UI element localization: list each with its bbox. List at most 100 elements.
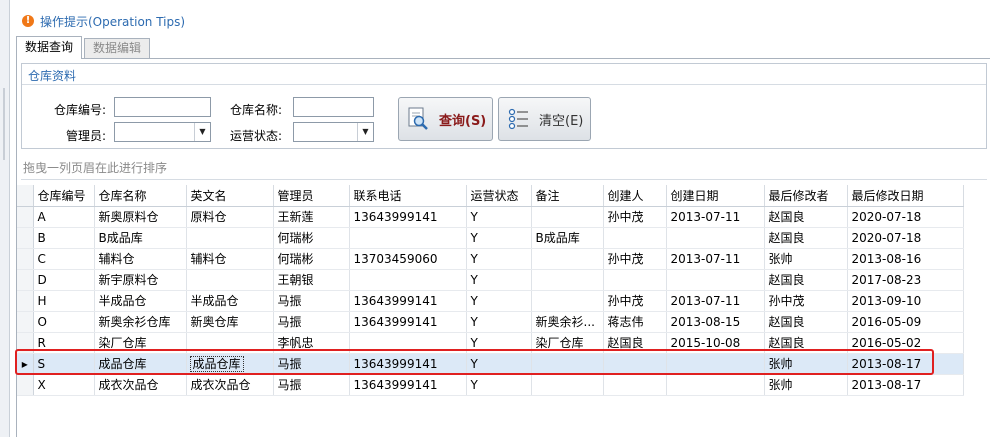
table-cell[interactable]: 王朝银	[273, 269, 350, 291]
table-row[interactable]: ▸ S 成品仓库 成品仓库 马振 13643999141 Y 张帅 2013-08-17	[17, 353, 964, 375]
table-cell[interactable]	[531, 269, 604, 291]
table-cell[interactable]: 赵国良	[764, 332, 848, 354]
table-cell[interactable]	[666, 353, 765, 375]
table-row[interactable]: R 染厂仓库 李帆忠 Y 染厂仓库 赵国良 2015-10-08 赵国良 2016-05-02	[17, 332, 964, 354]
table-cell[interactable]: 赵国良	[764, 206, 848, 228]
table-cell[interactable]: Y	[466, 248, 532, 270]
warehouse-name-input[interactable]	[293, 97, 374, 117]
column-header[interactable]: 仓库编号	[33, 185, 95, 207]
table-cell[interactable]: 辅料仓	[94, 248, 187, 270]
table-cell[interactable]	[531, 353, 604, 375]
column-header[interactable]: 运营状态	[466, 185, 532, 207]
table-cell[interactable]: 2013-07-11	[666, 206, 765, 228]
table-cell[interactable]	[186, 332, 274, 354]
column-header[interactable]: 备注	[531, 185, 604, 207]
table-cell[interactable]	[349, 269, 467, 291]
table-cell[interactable]: 赵国良	[603, 332, 667, 354]
table-cell[interactable]: 2013-07-11	[666, 290, 765, 312]
row-indicator[interactable]: ▸	[17, 353, 34, 375]
table-cell[interactable]: 2020-07-18	[847, 227, 964, 249]
table-cell[interactable]: 新奥余衫...	[531, 311, 604, 333]
tab-data-query[interactable]: 数据查询	[16, 36, 83, 59]
dropdown-arrow-icon[interactable]: ▼	[194, 123, 210, 141]
row-indicator[interactable]	[17, 374, 34, 396]
table-cell[interactable]	[349, 227, 467, 249]
manager-select[interactable]: ▼	[114, 122, 211, 142]
table-cell[interactable]	[531, 206, 604, 228]
table-cell[interactable]	[186, 269, 274, 291]
table-cell[interactable]: S	[33, 353, 95, 375]
table-cell[interactable]: 马振	[273, 353, 350, 375]
table-cell[interactable]: 13643999141	[349, 206, 467, 228]
table-cell[interactable]: 13643999141	[349, 374, 467, 396]
table-cell[interactable]: 半成品仓	[94, 290, 187, 312]
table-row[interactable]: H 半成品仓 半成品仓 马振 13643999141 Y 孙中茂 2013-07-11 孙中茂 2…	[17, 290, 964, 312]
row-indicator[interactable]	[17, 206, 34, 228]
table-cell[interactable]: 2016-05-09	[847, 311, 964, 333]
table-cell[interactable]: 新奥原料仓	[94, 206, 187, 228]
table-cell[interactable]: 何瑞彬	[273, 227, 350, 249]
table-cell[interactable]	[349, 332, 467, 354]
table-row[interactable]: A 新奥原料仓 原料仓 王新莲 13643999141 Y 孙中茂 2013-07-11 赵国良…	[17, 206, 964, 228]
table-row[interactable]: O 新奥余衫仓库 新奥仓库 马振 13643999141 Y 新奥余衫... 蒋志伟 2013-…	[17, 311, 964, 333]
table-cell[interactable]: 蒋志伟	[603, 311, 667, 333]
table-cell[interactable]: B	[33, 227, 95, 249]
table-cell[interactable]: 张帅	[764, 353, 848, 375]
table-cell[interactable]: 新宇原料仓	[94, 269, 187, 291]
table-cell[interactable]: 赵国良	[764, 227, 848, 249]
table-cell[interactable]	[531, 248, 604, 270]
column-header[interactable]: 管理员	[273, 185, 350, 207]
table-cell[interactable]: 孙中茂	[764, 290, 848, 312]
splitter-handle[interactable]	[3, 88, 5, 160]
table-cell[interactable]: Y	[466, 332, 532, 354]
table-cell[interactable]: 张帅	[764, 374, 848, 396]
row-indicator[interactable]	[17, 248, 34, 270]
warehouse-code-input[interactable]	[114, 97, 211, 117]
table-cell[interactable]: 赵国良	[764, 269, 848, 291]
table-cell[interactable]	[603, 269, 667, 291]
column-header[interactable]: 仓库名称	[94, 185, 187, 207]
clear-button[interactable]: 清空(E)	[498, 97, 591, 141]
table-cell[interactable]: 孙中茂	[603, 206, 667, 228]
table-cell[interactable]: 赵国良	[764, 311, 848, 333]
table-cell[interactable]: 13703459060	[349, 248, 467, 270]
table-cell[interactable]: 成品仓库	[94, 353, 187, 375]
table-cell[interactable]: Y	[466, 374, 532, 396]
table-cell[interactable]: Y	[466, 290, 532, 312]
table-cell[interactable]	[666, 227, 765, 249]
table-cell[interactable]	[603, 353, 667, 375]
table-cell[interactable]	[531, 290, 604, 312]
table-cell[interactable]	[603, 227, 667, 249]
table-cell[interactable]: 染厂仓库	[531, 332, 604, 354]
row-indicator[interactable]	[17, 290, 34, 312]
table-cell[interactable]: 何瑞彬	[273, 248, 350, 270]
table-cell[interactable]: B成品库	[94, 227, 187, 249]
table-cell[interactable]: O	[33, 311, 95, 333]
table-cell[interactable]: 2017-08-23	[847, 269, 964, 291]
column-header[interactable]: 联系电话	[349, 185, 467, 207]
table-cell[interactable]: H	[33, 290, 95, 312]
column-header[interactable]: 英文名	[186, 185, 274, 207]
table-cell[interactable]: 马振	[273, 374, 350, 396]
table-row[interactable]: D 新宇原料仓 王朝银 Y 赵国良 2017-08-23	[17, 269, 964, 291]
table-cell[interactable]: 2015-10-08	[666, 332, 765, 354]
table-cell[interactable]: 成衣次品仓	[94, 374, 187, 396]
table-cell[interactable]: 新奥余衫仓库	[94, 311, 187, 333]
table-row[interactable]: B B成品库 何瑞彬 Y B成品库 赵国良 2020-07-18	[17, 227, 964, 249]
table-cell[interactable]: 2013-08-17	[847, 374, 964, 396]
table-cell[interactable]: Y	[466, 206, 532, 228]
query-button[interactable]: 查询(S)	[398, 97, 493, 141]
column-header[interactable]: 最后修改者	[764, 185, 848, 207]
table-cell[interactable]: 孙中茂	[603, 290, 667, 312]
tab-data-edit[interactable]: 数据编辑	[84, 38, 151, 58]
table-cell[interactable]: 新奥仓库	[186, 311, 274, 333]
table-cell[interactable]: X	[33, 374, 95, 396]
table-cell[interactable]: 2020-07-18	[847, 206, 964, 228]
table-cell[interactable]: 2016-05-02	[847, 332, 964, 354]
row-indicator[interactable]	[17, 332, 34, 354]
table-cell[interactable]: Y	[466, 227, 532, 249]
table-cell[interactable]: 张帅	[764, 248, 848, 270]
table-cell[interactable]	[531, 374, 604, 396]
table-cell[interactable]: 马振	[273, 311, 350, 333]
table-cell[interactable]: 2013-09-10	[847, 290, 964, 312]
